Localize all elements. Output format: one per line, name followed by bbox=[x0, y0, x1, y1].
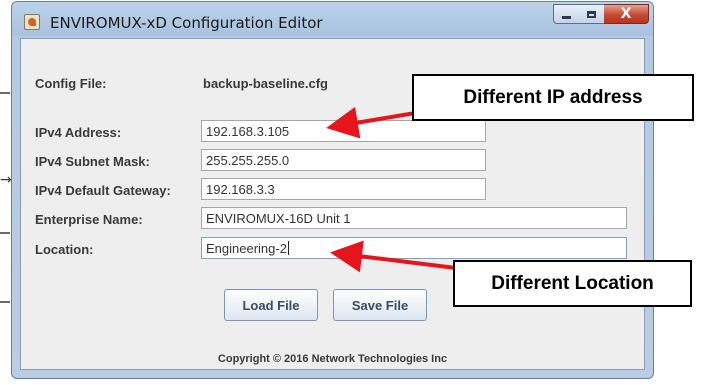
location-callout: Different Location bbox=[453, 260, 692, 307]
location-arrow bbox=[330, 240, 457, 273]
ip-address-callout: Different IP address bbox=[412, 74, 694, 121]
annotation-arrows bbox=[326, 106, 457, 273]
